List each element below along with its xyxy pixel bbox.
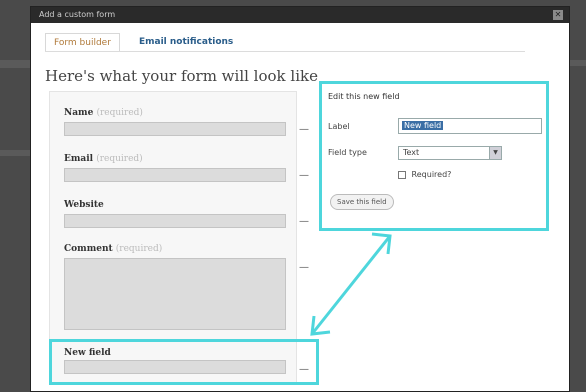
- required-note: (required): [96, 108, 143, 118]
- dialog-title: Add a custom form: [39, 10, 116, 19]
- background-text: [570, 60, 586, 66]
- email-field[interactable]: [64, 168, 286, 182]
- field-label-email: Email (required): [64, 154, 143, 164]
- dialog-title-bar: Add a custom form ✕: [31, 7, 569, 23]
- remove-comment-button[interactable]: —: [299, 263, 309, 273]
- field-label-name: Name (required): [64, 108, 143, 118]
- field-label-text: Name: [64, 108, 94, 118]
- tab-divider: [45, 51, 525, 52]
- field-label-text: Comment: [64, 244, 113, 254]
- field-type-caption: Field type: [328, 148, 367, 157]
- custom-form-dialog: Add a custom form ✕ Form builder Email n…: [30, 6, 570, 392]
- field-type-value: Text: [403, 148, 420, 157]
- background-text: [0, 60, 30, 68]
- tab-bar: Form builder Email notifications: [45, 33, 525, 53]
- remove-name-button[interactable]: —: [299, 125, 309, 135]
- label-input-value: New field: [402, 121, 444, 130]
- label-caption: Label: [328, 122, 350, 131]
- background-text: [0, 150, 30, 156]
- page-title: Here's what your form will look like: [45, 67, 318, 85]
- panel-title: Edit this new field: [328, 92, 400, 101]
- field-label-text: Email: [64, 154, 94, 164]
- close-icon[interactable]: ✕: [553, 10, 563, 20]
- field-label-website: Website: [64, 200, 104, 210]
- required-note: (required): [96, 154, 143, 164]
- comment-field[interactable]: [64, 258, 286, 330]
- chevron-down-icon[interactable]: ▼: [489, 147, 501, 159]
- tab-form-builder[interactable]: Form builder: [45, 33, 120, 51]
- label-input[interactable]: New field: [398, 118, 542, 134]
- new-field-highlight: [49, 339, 319, 385]
- edit-field-panel: Edit this new field Label New field Fiel…: [319, 81, 549, 231]
- required-label: Required?: [411, 170, 452, 179]
- name-field[interactable]: [64, 122, 286, 136]
- remove-website-button[interactable]: —: [299, 217, 309, 227]
- website-field[interactable]: [64, 214, 286, 228]
- tab-email-notifications[interactable]: Email notifications: [131, 33, 241, 51]
- required-checkbox[interactable]: [398, 170, 406, 179]
- save-field-button[interactable]: Save this field: [330, 194, 394, 210]
- required-note: (required): [115, 244, 163, 254]
- field-label-text: Website: [64, 200, 104, 210]
- field-type-select[interactable]: Text ▼: [398, 146, 502, 160]
- required-option[interactable]: Required?: [398, 170, 451, 179]
- field-label-comment: Comment (required): [64, 244, 162, 254]
- remove-email-button[interactable]: —: [299, 171, 309, 181]
